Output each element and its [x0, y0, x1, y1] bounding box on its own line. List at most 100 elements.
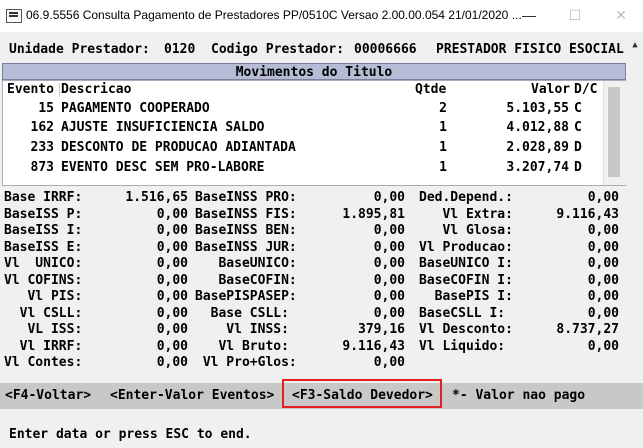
- valor-cell: 2.028,89: [506, 140, 569, 155]
- movimentos-table[interactable]: Evento Descricao Qtde Valor D/C 15 PAGAM…: [2, 80, 626, 186]
- total-label: Vl Producao:: [419, 239, 513, 255]
- total-label: Vl Bruto:: [195, 338, 289, 354]
- total-label: BaseUNICO:: [195, 256, 297, 271]
- total-label: BaseCOFIN I:: [419, 272, 513, 288]
- unidade-label: Unidade Prestador:: [9, 42, 150, 57]
- valor-cell: 5.103,55: [506, 101, 569, 116]
- total-label: Vl IRRF:: [4, 338, 83, 354]
- total-value: 0,00: [373, 289, 405, 304]
- dc-cell: C: [574, 101, 582, 116]
- highlight-box: [282, 379, 442, 408]
- total-value: 0,00: [587, 272, 619, 288]
- table-row[interactable]: 162 AJUSTE INSUFICIENCIA SALDO 1 4.012,8…: [3, 120, 625, 139]
- total-value: 0,00: [156, 305, 188, 321]
- prestador-header: Unidade Prestador: 0120 Codigo Prestador…: [0, 42, 643, 60]
- codigo-value: 00006666: [354, 42, 417, 57]
- descricao-cell: DESCONTO DE PRODUCAO ADIANTADA: [61, 140, 296, 155]
- table-header: Evento Descricao Qtde Valor D/C: [3, 81, 625, 98]
- unidade-value: 0120: [164, 42, 196, 57]
- qtde-cell: 2: [439, 101, 447, 116]
- f4-voltar-button[interactable]: <F4-Voltar>: [5, 388, 91, 403]
- valor-cell: 4.012,88: [506, 120, 569, 135]
- total-value: 9.116,43: [556, 206, 619, 222]
- descricao-cell: EVENTO DESC SEM PRO-LABORE: [61, 160, 265, 175]
- qtde-cell: 1: [439, 140, 447, 155]
- total-value: 0,00: [156, 338, 188, 354]
- total-label: Vl Liquido:: [419, 338, 506, 354]
- dc-cell: D: [574, 160, 582, 175]
- total-value: 1.895,81: [342, 206, 405, 222]
- total-label: BaseINSS JUR:: [195, 239, 297, 255]
- total-value: 0,00: [373, 272, 405, 288]
- scroll-up-icon[interactable]: ▲: [629, 40, 641, 60]
- descricao-cell: PAGAMENTO COOPERADO: [61, 101, 210, 116]
- close-button[interactable]: ✕: [598, 3, 643, 27]
- total-value: 0,00: [587, 289, 619, 304]
- total-value: 1.516,65: [125, 190, 188, 205]
- table-row[interactable]: 873 EVENTO DESC SEM PRO-LABORE 1 3.207,7…: [3, 160, 625, 179]
- total-label: BaseCSLL I:: [419, 305, 506, 321]
- total-label: BasePIS I:: [419, 289, 513, 304]
- total-value: 0,00: [373, 355, 405, 370]
- total-value: 8.737,27: [556, 322, 619, 337]
- window-title: 06.9.5556 Consulta Pagamento de Prestado…: [26, 8, 522, 22]
- total-value: 0,00: [156, 206, 188, 222]
- total-value: 0,00: [587, 223, 619, 238]
- descricao-cell: AJUSTE INSUFICIENCIA SALDO: [61, 120, 265, 135]
- total-value: 0,00: [587, 305, 619, 321]
- total-label: BaseUNICO I:: [419, 256, 513, 271]
- maximize-button[interactable]: ☐: [552, 3, 598, 27]
- minimize-button[interactable]: —: [506, 3, 552, 27]
- dc-cell: D: [574, 140, 582, 155]
- movimentos-title: Movimentos do Titulo: [2, 63, 626, 80]
- prestador-tipo: PRESTADOR FISICO ESOCIAL: [436, 42, 624, 57]
- qtde-cell: 1: [439, 120, 447, 135]
- evento-cell: 233: [30, 140, 54, 155]
- dc-cell: C: [574, 120, 582, 135]
- total-value: 379,16: [358, 322, 405, 337]
- total-value: 0,00: [373, 239, 405, 255]
- col-qtde: Qtde: [415, 82, 447, 97]
- enter-valor-eventos-button[interactable]: <Enter-Valor Eventos>: [110, 388, 274, 403]
- total-value: 0,00: [156, 239, 188, 255]
- total-label: Vl Contes:: [4, 355, 83, 370]
- valor-nao-pago-legend: *- Valor nao pago: [452, 388, 586, 403]
- window-titlebar: 06.9.5556 Consulta Pagamento de Prestado…: [0, 0, 643, 32]
- total-label: Base CSLL:: [195, 305, 289, 321]
- evento-cell: 873: [30, 160, 54, 175]
- total-value: 0,00: [156, 289, 188, 304]
- col-descricao: Descricao: [61, 82, 132, 97]
- total-label: Vl Glosa:: [419, 223, 513, 238]
- total-label: BaseISS I:: [4, 223, 83, 238]
- status-message: Enter data or press ESC to end.: [9, 427, 252, 442]
- table-scrollbar[interactable]: [603, 81, 626, 185]
- evento-cell: 162: [30, 120, 54, 135]
- table-row[interactable]: 15 PAGAMENTO COOPERADO 2 5.103,55 C: [3, 101, 625, 120]
- total-value: 0,00: [156, 355, 188, 370]
- scrollbar-thumb[interactable]: [608, 87, 620, 177]
- total-label: BaseINSS PRO:: [195, 190, 297, 205]
- total-label: Vl INSS:: [195, 322, 289, 337]
- total-value: 0,00: [587, 338, 619, 354]
- col-dc: D/C: [574, 82, 598, 97]
- col-evento: Evento: [7, 82, 54, 97]
- total-value: 9.116,43: [342, 338, 405, 354]
- total-value: 0,00: [587, 239, 619, 255]
- total-value: 0,00: [587, 190, 619, 205]
- total-label: Ded.Depend.:: [419, 190, 513, 205]
- total-label: Vl CSLL:: [4, 305, 83, 321]
- total-value: 0,00: [156, 272, 188, 288]
- total-value: 0,00: [373, 190, 405, 205]
- total-label: Vl UNICO:: [4, 256, 83, 271]
- total-label: Base IRRF:: [4, 190, 83, 205]
- total-value: 0,00: [373, 223, 405, 238]
- total-value: 0,00: [156, 223, 188, 238]
- total-label: Vl PIS:: [4, 289, 83, 304]
- total-value: 0,00: [156, 322, 188, 337]
- app-icon: [6, 9, 22, 23]
- evento-cell: 15: [38, 101, 54, 116]
- qtde-cell: 1: [439, 160, 447, 175]
- table-row[interactable]: 233 DESCONTO DE PRODUCAO ADIANTADA 1 2.0…: [3, 140, 625, 159]
- total-label: VL ISS:: [4, 322, 83, 337]
- codigo-label: Codigo Prestador:: [211, 42, 345, 57]
